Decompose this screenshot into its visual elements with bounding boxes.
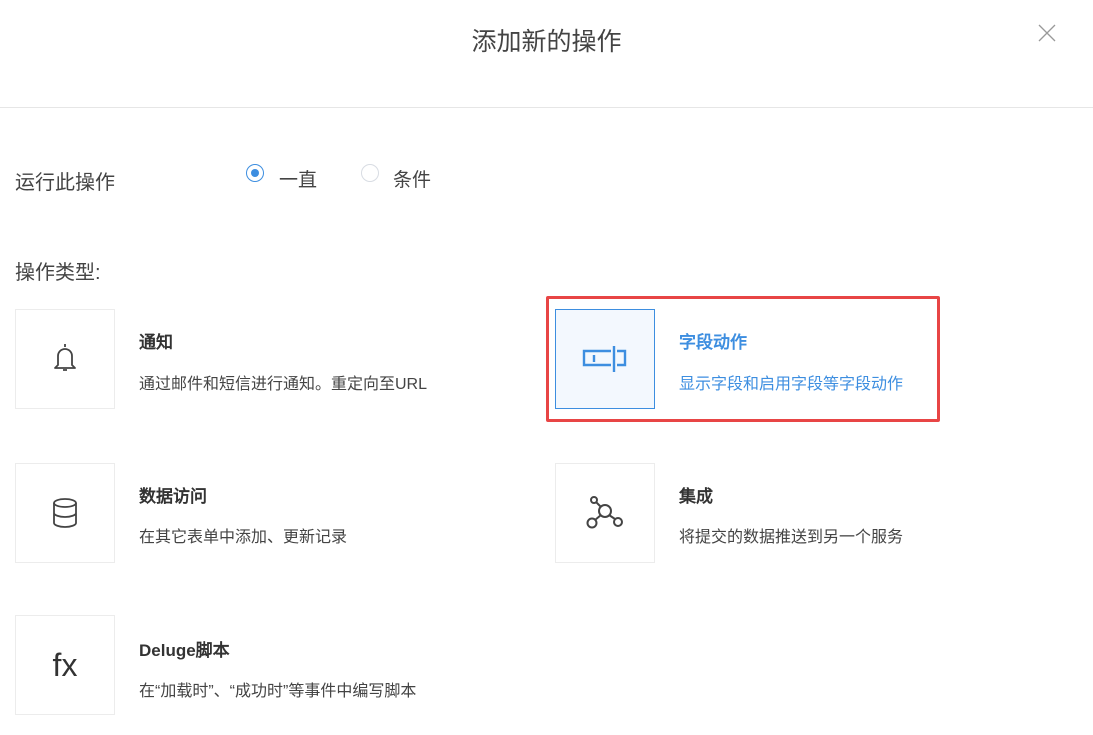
field-action-title[interactable]: 字段动作 [679,328,747,353]
database-icon [53,498,77,528]
radio-condition[interactable] [361,164,379,182]
close-icon [1038,24,1056,42]
notification-desc: 通过邮件和短信进行通知。重定向至URL [139,376,428,393]
integration-title[interactable]: 集成 [679,482,713,507]
action-type-label: 操作类型: [15,262,101,284]
field-action-icon [582,346,627,372]
integration-icon [586,496,623,529]
notification-title[interactable]: 通知 [139,328,173,353]
data-access-desc: 在其它表单中添加、更新记录 [139,529,348,546]
run-action-label: 运行此操作 [15,172,115,194]
integration-desc: 将提交的数据推送到另一个服务 [679,529,904,546]
close-button[interactable] [1036,22,1058,44]
field-action-card[interactable] [555,309,655,409]
dialog-title: 添加新的操作 [471,28,622,56]
fx-icon: fx [52,646,78,683]
deluge-title[interactable]: Deluge脚本 [139,636,230,661]
data-access-card[interactable] [15,463,115,563]
radio-always-label[interactable]: 一直 [279,165,317,192]
deluge-desc: 在“加载时”、“成功时”等事件中编写脚本 [139,683,417,700]
field-action-desc: 显示字段和启用字段等字段动作 [679,376,904,393]
data-access-title[interactable]: 数据访问 [139,482,207,507]
notification-card[interactable] [15,309,115,409]
radio-condition-label[interactable]: 条件 [393,165,431,192]
header-divider [0,107,1093,108]
radio-always[interactable] [246,164,264,182]
deluge-card[interactable]: fx [15,615,115,715]
integration-card[interactable] [555,463,655,563]
bell-icon [54,344,76,371]
